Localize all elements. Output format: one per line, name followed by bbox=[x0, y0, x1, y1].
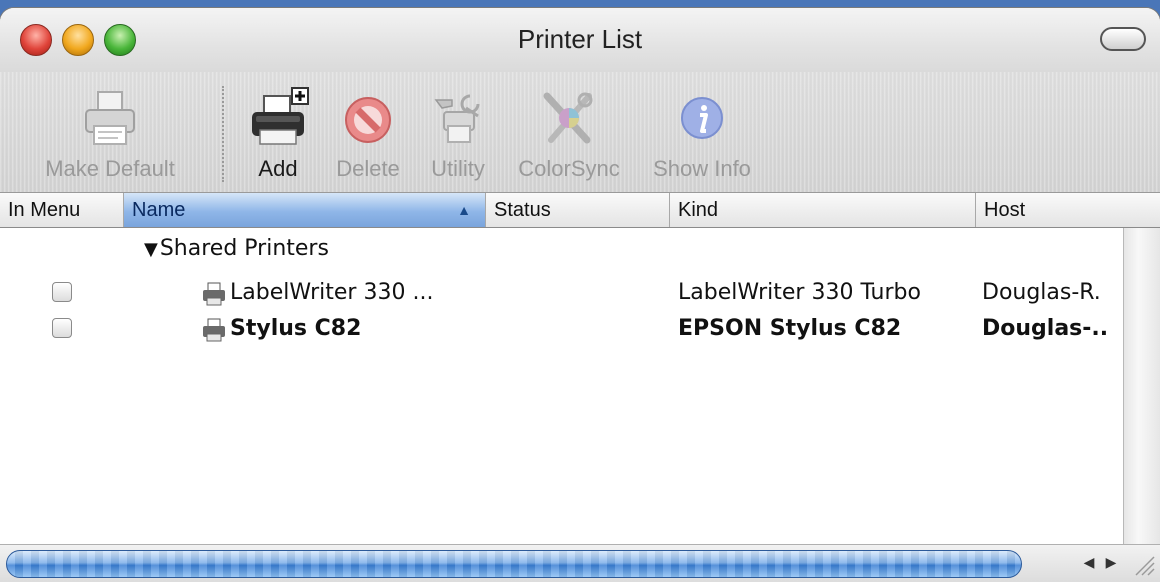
printer-default-icon bbox=[85, 91, 135, 145]
toolbar-toggle-button[interactable] bbox=[1100, 27, 1146, 51]
column-label: Host bbox=[984, 199, 1026, 221]
vertical-scrollbar[interactable] bbox=[1123, 228, 1160, 544]
printer-kind: EPSON Stylus C82 bbox=[678, 316, 902, 341]
horizontal-scrollbar[interactable]: ◀ ▶ bbox=[0, 544, 1160, 582]
printer-list-window: Printer List Make Default Add Delete Uti… bbox=[0, 8, 1160, 582]
table-row[interactable]: Stylus C82 EPSON Stylus C82 Douglas-.. bbox=[0, 312, 1124, 348]
delete-icon bbox=[345, 97, 391, 143]
group-row-shared-printers[interactable]: ▼Shared Printers bbox=[144, 236, 329, 261]
printer-kind: LabelWriter 330 Turbo bbox=[678, 280, 921, 305]
add-printer-icon bbox=[252, 87, 309, 145]
column-header-status[interactable]: Status bbox=[486, 193, 670, 227]
table-row[interactable]: LabelWriter 330 ... LabelWriter 330 Turb… bbox=[0, 276, 1124, 312]
scrollbar-thumb[interactable] bbox=[6, 550, 1022, 578]
colorsync-label: ColorSync bbox=[518, 156, 620, 181]
colorsync-icon bbox=[543, 92, 593, 144]
printer-table: ▼Shared Printers LabelWriter 330 ... Lab… bbox=[0, 228, 1124, 544]
printer-icon bbox=[203, 282, 225, 306]
column-label: Kind bbox=[678, 199, 719, 221]
make-default-label: Make Default bbox=[45, 156, 175, 181]
title-bar[interactable]: Printer List bbox=[0, 8, 1160, 72]
printer-name: Stylus C82 bbox=[230, 316, 362, 341]
utility-icon bbox=[434, 94, 480, 143]
column-label: In Menu bbox=[8, 199, 81, 221]
printer-host: Douglas-.. bbox=[982, 316, 1109, 341]
column-header-kind[interactable]: Kind bbox=[670, 193, 976, 227]
printer-icon bbox=[203, 318, 225, 342]
scroll-right-button[interactable]: ▶ bbox=[1100, 551, 1122, 575]
colorsync-button[interactable]: ColorSync bbox=[506, 86, 632, 186]
column-header-host[interactable]: Host bbox=[976, 193, 1160, 227]
scroll-left-button[interactable]: ◀ bbox=[1078, 551, 1100, 575]
disclosure-triangle-icon[interactable]: ▼ bbox=[144, 239, 158, 260]
column-header-name[interactable]: Name ▲ bbox=[124, 193, 486, 227]
group-label: Shared Printers bbox=[159, 236, 329, 261]
table-header: In Menu Name ▲ Status Kind Host bbox=[0, 193, 1160, 228]
window-title: Printer List bbox=[517, 24, 643, 54]
printer-host: Douglas-R. bbox=[982, 280, 1101, 305]
resize-grip-icon[interactable] bbox=[1130, 551, 1156, 577]
utility-button[interactable]: Utility bbox=[418, 86, 498, 186]
column-label: Status bbox=[494, 199, 551, 221]
delete-button[interactable]: Delete bbox=[326, 86, 410, 186]
toolbar: Make Default Add Delete Utility ColorSyn… bbox=[0, 72, 1160, 193]
toolbar-separator bbox=[222, 86, 224, 182]
add-label: Add bbox=[258, 156, 298, 181]
make-default-button[interactable]: Make Default bbox=[20, 86, 200, 186]
delete-label: Delete bbox=[336, 156, 400, 181]
utility-label: Utility bbox=[431, 156, 485, 181]
add-button[interactable]: Add bbox=[236, 86, 320, 186]
in-menu-checkbox[interactable] bbox=[52, 282, 72, 302]
show-info-label: Show Info bbox=[653, 156, 751, 181]
in-menu-checkbox[interactable] bbox=[52, 318, 72, 338]
sort-ascending-icon: ▲ bbox=[457, 202, 471, 218]
info-icon bbox=[681, 97, 723, 139]
printer-name: LabelWriter 330 ... bbox=[230, 280, 434, 305]
column-header-in-menu[interactable]: In Menu bbox=[0, 193, 124, 227]
show-info-button[interactable]: Show Info bbox=[648, 86, 756, 186]
column-label: Name bbox=[132, 199, 186, 221]
